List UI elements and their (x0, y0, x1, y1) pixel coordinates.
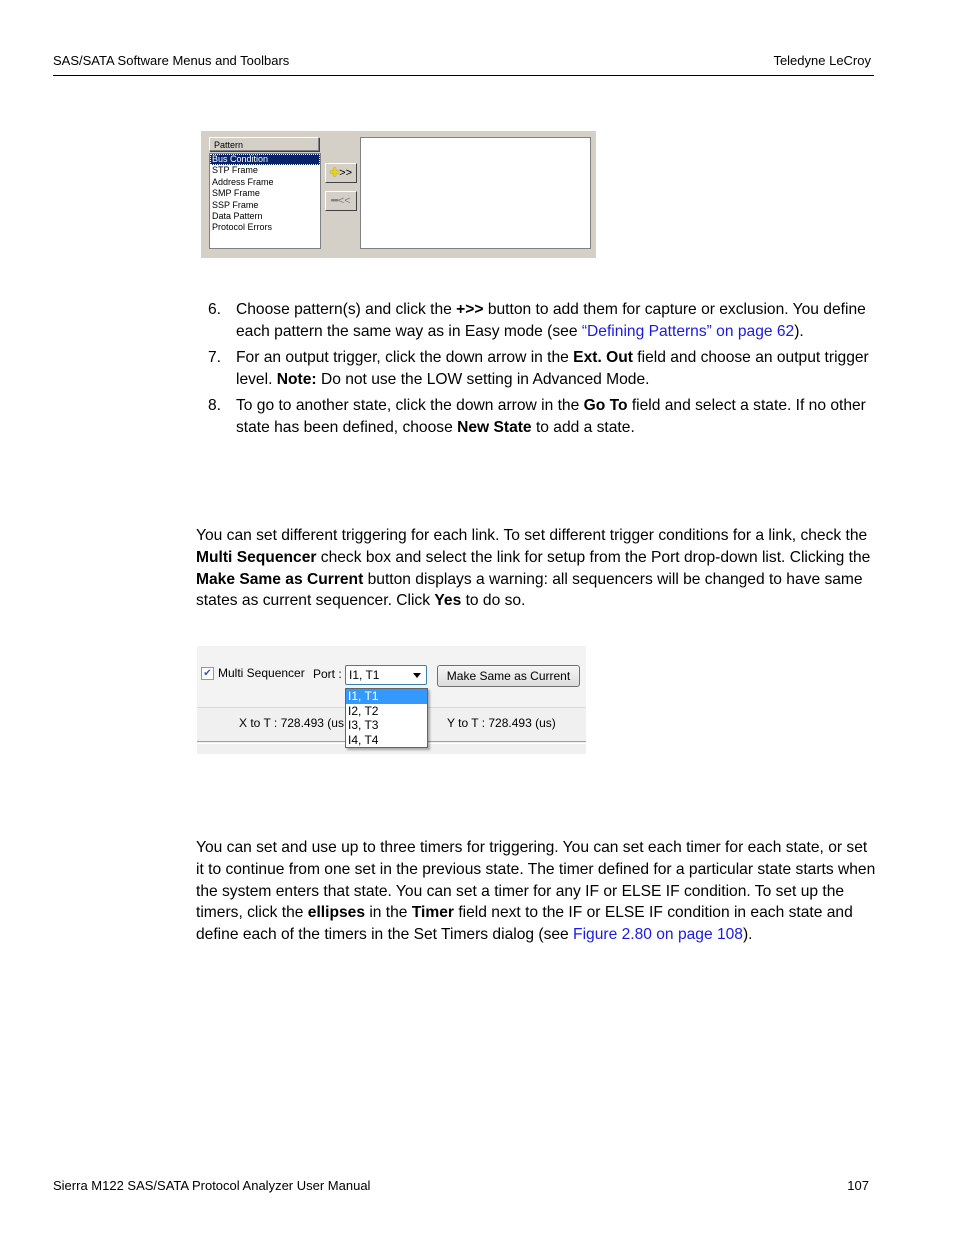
pattern-list[interactable]: Bus Condition STP Frame Address Frame SMP F… (209, 153, 321, 249)
port-option[interactable]: I1, T1 (346, 689, 427, 704)
bold-term: Multi Sequencer (196, 548, 317, 566)
y-to-t-readout: Y to T : 728.493 (us) (447, 716, 556, 730)
cross-reference-link[interactable]: “Defining Patterns” on page 62 (582, 323, 794, 340)
step-number: 6. (208, 301, 222, 318)
pattern-list-item[interactable]: STP Frame (210, 165, 320, 176)
bold-term: Ext. Out (573, 349, 633, 367)
cross-reference-link[interactable]: Figure 2.80 on page 108 (573, 926, 743, 943)
footer-manual-title: Sierra M122 SAS/SATA Protocol Analyzer U… (53, 1178, 371, 1193)
text-run: For an output trigger, click the down ar… (236, 349, 574, 367)
running-header-company: Teledyne LeCroy (773, 53, 871, 68)
header-rule (53, 75, 874, 76)
chevron-down-icon[interactable] (413, 673, 421, 678)
text-run: to add a state. (531, 418, 635, 436)
page-number: 107 (847, 1178, 869, 1193)
step-item: 6. Choose pattern(s) and click the +>> bu… (208, 299, 878, 343)
bold-term: Yes (434, 592, 462, 610)
text-run: in the (365, 904, 412, 922)
port-label: Port : (313, 667, 342, 681)
plus-icon: ✚ (329, 167, 340, 179)
step-item: 7. For an output trigger, click the down … (208, 347, 878, 391)
pattern-column-header[interactable]: Pattern (209, 137, 319, 151)
step-text: To go to another state, click the down a… (236, 395, 878, 439)
pattern-list-item[interactable]: Data Pattern (210, 211, 320, 222)
text-run: ). (794, 322, 804, 340)
text-run: check box and select the link for setup … (316, 548, 871, 566)
pattern-list-item[interactable]: Bus Condition (210, 154, 320, 166)
step-number: 7. (208, 349, 222, 367)
port-select[interactable]: I1, T1 (345, 665, 427, 685)
pattern-dialog-figure: Pattern Bus Condition STP Frame Address Fr… (201, 131, 596, 258)
step-text: For an output trigger, click the down ar… (236, 347, 878, 391)
step-item: 8. To go to another state, click the down… (208, 395, 878, 439)
multi-sequencer-checkbox[interactable]: ✔ (201, 667, 214, 680)
port-option[interactable]: I2, T2 (346, 704, 427, 719)
pattern-list-item[interactable]: SSP Frame (210, 200, 320, 211)
port-option[interactable]: I3, T3 (346, 718, 427, 733)
bold-term: Go To (583, 397, 628, 415)
text-run: to do so. (461, 592, 526, 610)
port-dropdown-list[interactable]: I1, T1 I2, T2 I3, T3 I4, T4 (345, 688, 428, 748)
multi-sequencer-figure: ✔ Multi Sequencer Port : I1, T1 Make Sam… (197, 646, 586, 754)
steps-list: 6. Choose pattern(s) and click the +>> bu… (208, 299, 878, 443)
x-to-t-readout: X to T : 728.493 (us (239, 716, 344, 730)
multi-sequencer-paragraph: You can set different triggering for eac… (196, 525, 871, 612)
checkmark-icon: ✔ (203, 668, 212, 679)
remove-pattern-button[interactable]: ━<< (325, 191, 357, 211)
add-button-label: >> (339, 167, 353, 179)
text-run: To go to another state, click the down a… (236, 397, 584, 415)
make-same-as-current-button[interactable]: Make Same as Current (437, 665, 580, 687)
timers-paragraph: You can set and use up to three timers f… (196, 837, 876, 946)
add-pattern-button[interactable]: ✚>> (325, 163, 357, 183)
text-run: You can set different triggering for eac… (196, 527, 868, 544)
running-header-section: SAS/SATA Software Menus and Toolbars (53, 53, 290, 68)
bold-term: Note: (276, 370, 317, 388)
port-option[interactable]: I4, T4 (346, 733, 427, 748)
minus-icon: ━ (331, 195, 338, 207)
bold-term: ellipses (307, 904, 365, 922)
pattern-list-item[interactable]: Protocol Errors (210, 222, 320, 233)
step-text: Choose pattern(s) and click the +>> butt… (236, 299, 878, 343)
pattern-list-item[interactable]: Address Frame (210, 177, 320, 188)
text-run: Do not use the LOW setting in Advanced M… (316, 370, 650, 388)
bold-term: New State (457, 418, 532, 436)
multi-sequencer-label: Multi Sequencer (218, 666, 305, 680)
bold-term: +>> (456, 301, 484, 318)
port-select-value: I1, T1 (349, 668, 380, 682)
remove-button-label: << (337, 195, 351, 207)
selected-patterns-list[interactable] (360, 137, 591, 249)
text-run: ). (742, 926, 753, 944)
pattern-list-item[interactable]: SMP Frame (210, 188, 320, 199)
step-number: 8. (208, 397, 222, 415)
bold-term: Timer (411, 904, 454, 922)
bold-term: Make Same as Current (196, 570, 364, 588)
text-run: Choose pattern(s) and click the (236, 301, 457, 318)
